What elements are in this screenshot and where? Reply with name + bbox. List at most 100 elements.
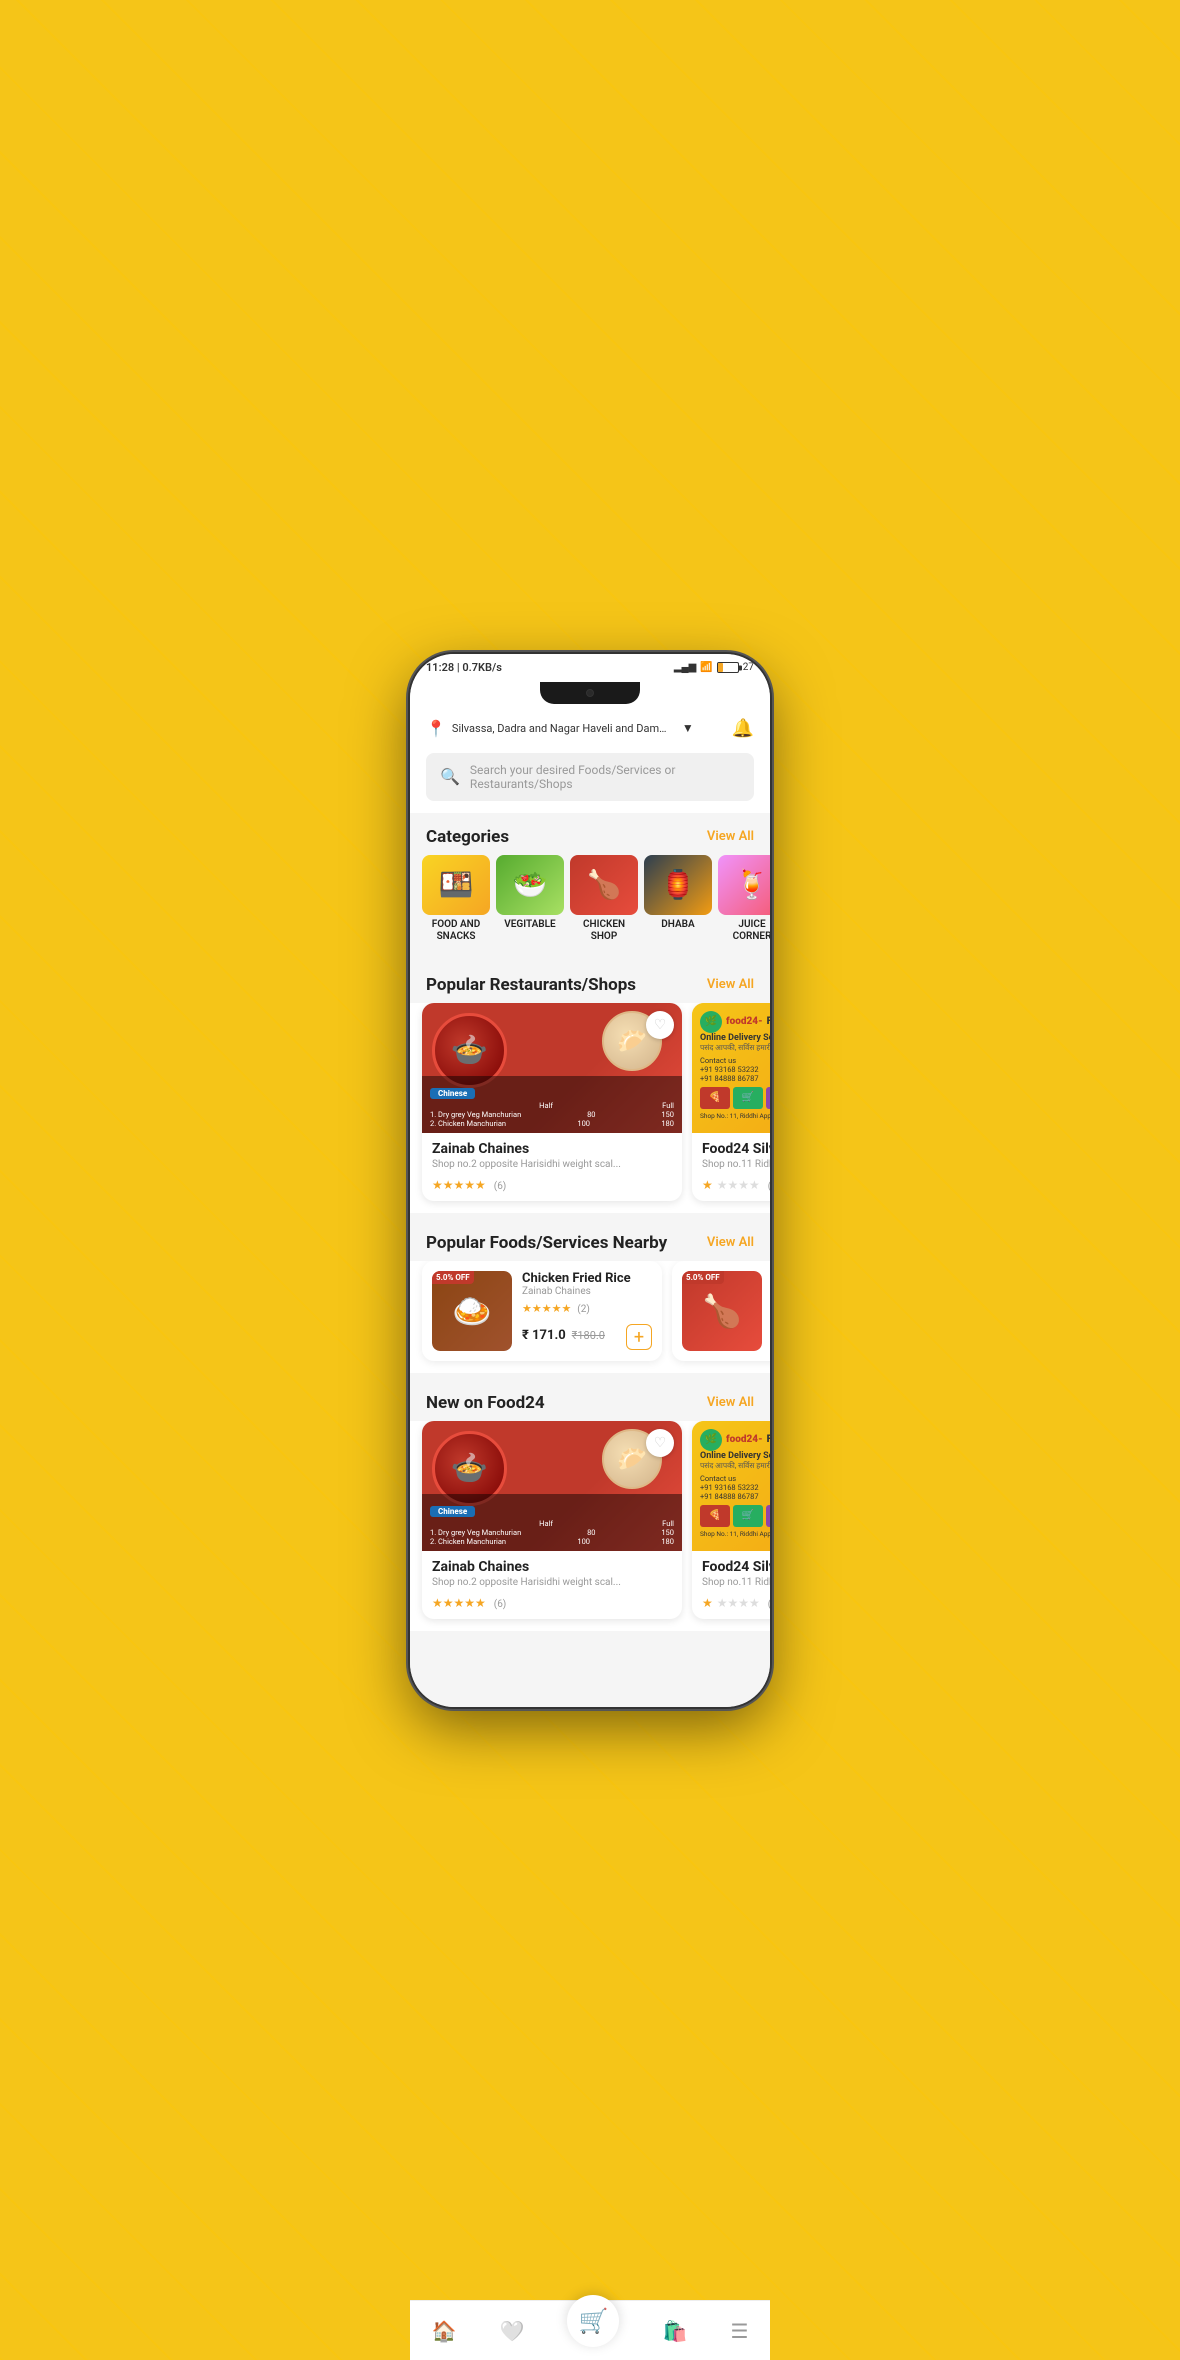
- battery-icon: [717, 662, 739, 673]
- search-container: 🔍 Search your desired Foods/Services or …: [410, 747, 770, 813]
- location-text: Silvassa, Dadra and Nagar Haveli and Dam…: [452, 722, 672, 735]
- new-stars-food24-empty: ★★★★: [717, 1596, 760, 1610]
- restaurant-info-food24: Food24 Silvassa Shop no.11 Ridhi Appartm…: [692, 1133, 770, 1201]
- restaurants-view-all[interactable]: View All: [707, 977, 754, 992]
- category-label-juice: JUICECORNER: [733, 919, 770, 943]
- foods-nearby-section: Popular Foods/Services Nearby View All 🍛…: [410, 1219, 770, 1373]
- chinese-banner: Chinese: [430, 1088, 475, 1099]
- category-label-food: FOOD ANDSNACKS: [432, 919, 481, 943]
- new-stars-food24: ★: [702, 1596, 713, 1610]
- categories-header: Categories View All: [410, 813, 770, 855]
- restaurant-name-food24: Food24 Silvassa: [702, 1141, 770, 1157]
- add-btn-rice[interactable]: +: [626, 1324, 652, 1350]
- search-bar[interactable]: 🔍 Search your desired Foods/Services or …: [426, 753, 754, 801]
- stars-food24: ★: [702, 1178, 713, 1192]
- restaurant-card-food24[interactable]: 🌿 food24-FOOD24.LIV Online Delivery Serv…: [692, 1003, 770, 1201]
- notch-area: [410, 682, 770, 710]
- category-item-food[interactable]: 🍱 FOOD ANDSNACKS: [422, 855, 490, 943]
- food-stars-rice: ★★★★★: [522, 1302, 571, 1315]
- bell-icon[interactable]: 🔔: [732, 718, 754, 739]
- categories-section: Categories View All 🍱 FOOD ANDSNACKS: [410, 813, 770, 955]
- off-badge-chicken: 5.0% OFF: [682, 1271, 724, 1284]
- food-card-rice[interactable]: 🍛 5.0% OFF Chicken Fried Rice Zainab Cha…: [422, 1261, 662, 1361]
- food-shop-rice: Zainab Chaines: [522, 1286, 652, 1297]
- restaurants-header: Popular Restaurants/Shops View All: [410, 961, 770, 1003]
- category-label-veg: VEGITABLE: [504, 919, 555, 931]
- food-img-chicken-wrap: 🍗 5.0% OFF: [682, 1271, 762, 1351]
- battery-percent: 27: [743, 662, 754, 673]
- new-restaurant-addr-zainab: Shop no.2 opposite Harisidhi weight scal…: [432, 1577, 672, 1588]
- new-restaurant-info-zainab: Zainab Chaines Shop no.2 opposite Harisi…: [422, 1551, 682, 1619]
- categories-row: 🍱 FOOD ANDSNACKS 🥗 VEGITABLE: [410, 855, 770, 955]
- foods-nearby-title: Popular Foods/Services Nearby: [426, 1233, 667, 1253]
- restaurant-card-zainab[interactable]: 🍲 🥟 Chinese HalfFull: [422, 1003, 682, 1201]
- search-icon: 🔍: [440, 767, 460, 786]
- categories-view-all[interactable]: View All: [707, 829, 754, 844]
- location-bar: 📍 Silvassa, Dadra and Nagar Haveli and D…: [410, 710, 770, 747]
- category-label-dhaba: DHABA: [661, 919, 694, 931]
- off-badge-rice: 5.0% OFF: [432, 1271, 474, 1284]
- location-pin-icon: 📍: [426, 719, 446, 738]
- rating-count-food24: (0): [768, 1181, 770, 1192]
- food-reviews-rice: (2): [577, 1304, 590, 1315]
- restaurant-info-zainab: Zainab Chaines Shop no.2 opposite Harisi…: [422, 1133, 682, 1201]
- foods-nearby-header: Popular Foods/Services Nearby View All: [410, 1219, 770, 1261]
- category-item-chicken[interactable]: 🍗 CHICKENSHOP: [570, 855, 638, 943]
- new-restaurant-name-food24: Food24 Silvassa: [702, 1559, 770, 1575]
- rating-count-zainab: (6): [494, 1181, 507, 1192]
- foods-nearby-view-all[interactable]: View All: [707, 1235, 754, 1250]
- new-stars-zainab: ★★★★★: [432, 1596, 486, 1610]
- restaurants-row: 🍲 🥟 Chinese HalfFull: [410, 1003, 770, 1213]
- main-content: Categories View All 🍱 FOOD ANDSNACKS: [410, 813, 770, 1707]
- camera: [586, 689, 594, 697]
- food-price-row-rice: ₹ 171.0 ₹180.0 +: [522, 1320, 652, 1350]
- wishlist-btn-zainab[interactable]: ♡: [646, 1011, 674, 1039]
- new-restaurant-info-food24: Food24 Silvassa Shop no.11 Ridhi Appartm…: [692, 1551, 770, 1619]
- stars-food24-empty: ★★★★: [717, 1178, 760, 1192]
- restaurants-section: Popular Restaurants/Shops View All 🍲 🥟: [410, 961, 770, 1213]
- new-rating-count-food24: (0): [768, 1599, 770, 1610]
- new-restaurant-card-food24[interactable]: 🌿 food24-FOOD24.LIV Online Delivery Serv…: [692, 1421, 770, 1619]
- category-img-juice: 🍹: [718, 855, 770, 915]
- foods-row: 🍛 5.0% OFF Chicken Fried Rice Zainab Cha…: [410, 1261, 770, 1373]
- new-food24-title: New on Food24: [426, 1393, 545, 1413]
- food-price-rice: ₹ 171.0: [522, 1328, 566, 1343]
- category-img-food: 🍱: [422, 855, 490, 915]
- category-label-chicken: CHICKENSHOP: [583, 919, 625, 943]
- new-food24-overlay: 🌿 food24-FOOD24.LIV Online Delivery Serv…: [692, 1421, 770, 1551]
- dropdown-icon[interactable]: ▼: [682, 721, 694, 735]
- new-wishlist-btn-zainab[interactable]: ♡: [646, 1429, 674, 1457]
- wifi-icon: 📶: [700, 662, 712, 673]
- category-img-chicken: 🍗: [570, 855, 638, 915]
- food-img-rice-wrap: 🍛 5.0% OFF: [432, 1271, 512, 1351]
- new-food24-header: New on Food24 View All: [410, 1379, 770, 1421]
- food24-overlay: 🌿 food24-FOOD24.LIV Online Delivery Serv…: [692, 1003, 770, 1133]
- stars-zainab: ★★★★★: [432, 1178, 486, 1192]
- notch: [540, 682, 640, 704]
- food-info-rice: Chicken Fried Rice Zainab Chaines ★★★★★ …: [522, 1271, 652, 1350]
- new-restaurant-img-food24: 🌿 food24-FOOD24.LIV Online Delivery Serv…: [692, 1421, 770, 1551]
- restaurant-addr-food24: Shop no.11 Ridhi Appartment, Secre...: [702, 1159, 770, 1170]
- food-card-chicken[interactable]: 🍗 5.0% OFF Chicke... Zainab ★★★ ₹: [672, 1261, 770, 1361]
- new-restaurant-card-zainab[interactable]: 🍲 🥟 Chinese HalfFull 1. Dry grey V: [422, 1421, 682, 1619]
- category-item-juice[interactable]: 🍹 JUICECORNER: [718, 855, 770, 943]
- new-restaurant-img-zainab: 🍲 🥟 Chinese HalfFull 1. Dry grey V: [422, 1421, 682, 1551]
- food-name-rice: Chicken Fried Rice: [522, 1271, 652, 1286]
- new-food24-view-all[interactable]: View All: [707, 1395, 754, 1410]
- status-bar: 11:28 | 0.7KB/s ▂▄▆ 📶 27: [410, 654, 770, 682]
- status-icons: ▂▄▆ 📶 27: [674, 662, 754, 673]
- new-restaurant-addr-food24: Shop no.11 Ridhi Appartment, Secre...: [702, 1577, 770, 1588]
- category-item-dhaba[interactable]: 🏮 DHABA: [644, 855, 712, 943]
- status-time: 11:28 | 0.7KB/s: [426, 661, 502, 674]
- category-item-veg[interactable]: 🥗 VEGITABLE: [496, 855, 564, 943]
- restaurant-name-zainab: Zainab Chaines: [432, 1141, 672, 1157]
- search-placeholder: Search your desired Foods/Services or Re…: [470, 763, 740, 791]
- restaurant-addr-zainab: Shop no.2 opposite Harisidhi weight scal…: [432, 1159, 672, 1170]
- new-food24-row: 🍲 🥟 Chinese HalfFull 1. Dry grey V: [410, 1421, 770, 1631]
- restaurants-title: Popular Restaurants/Shops: [426, 975, 636, 995]
- categories-title: Categories: [426, 827, 509, 847]
- restaurant-img-zainab: 🍲 🥟 Chinese HalfFull: [422, 1003, 682, 1133]
- category-img-veg: 🥗: [496, 855, 564, 915]
- category-img-dhaba: 🏮: [644, 855, 712, 915]
- new-rating-count-zainab: (6): [494, 1599, 507, 1610]
